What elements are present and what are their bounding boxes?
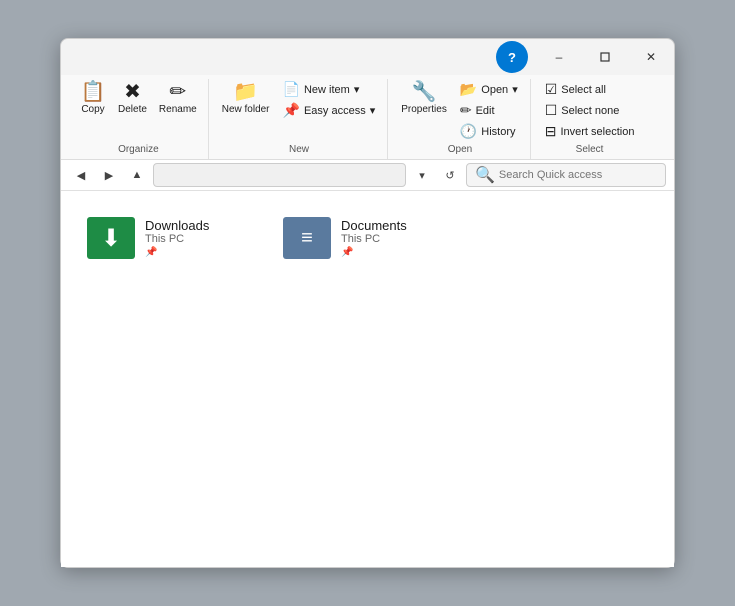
- delete-label: Delete: [118, 104, 147, 116]
- new-folder-button[interactable]: 📁 New folder: [217, 79, 275, 119]
- delete-button[interactable]: ✖ Delete: [113, 79, 152, 119]
- downloads-subtitle: This PC: [145, 233, 209, 245]
- open-icon: 📂: [460, 81, 477, 98]
- search-icon: 🔍: [475, 165, 495, 185]
- back-button[interactable]: ◀: [69, 163, 93, 187]
- history-label: History: [481, 126, 515, 138]
- rename-label: Rename: [159, 104, 197, 116]
- help-button[interactable]: ?: [496, 41, 528, 73]
- downloads-pin-icon: 📌: [145, 247, 209, 258]
- new-group-label: New: [289, 144, 309, 155]
- select-none-button[interactable]: ☐ Select none: [539, 100, 641, 121]
- invert-selection-button[interactable]: ⊟ Invert selection: [539, 121, 641, 142]
- ribbon-group-organize: 📋 Copy ✖ Delete ✏ Rename Organize: [69, 79, 209, 159]
- select-all-icon: ☑: [545, 81, 558, 98]
- documents-info: Documents This PC 📌: [341, 218, 407, 258]
- refresh-button[interactable]: ↺: [438, 163, 462, 187]
- forward-button[interactable]: ▶: [97, 163, 121, 187]
- downloads-icon: ⬇: [87, 217, 135, 259]
- open-column: 📂 Open ▾ ✏ Edit 🕐 History: [454, 79, 524, 142]
- content-area: ⬇ Downloads This PC 📌 ≡ Documents This P…: [61, 191, 674, 567]
- select-none-label: Select none: [561, 105, 619, 117]
- select-all-button[interactable]: ☑ Select all: [539, 79, 641, 100]
- new-folder-icon: 📁: [233, 82, 258, 102]
- properties-icon: 🔧: [412, 82, 437, 102]
- new-item-icon: 📄: [283, 81, 300, 98]
- select-items: ☑ Select all ☐ Select none ⊟ Invert sele…: [539, 79, 641, 142]
- up-button[interactable]: ▲: [125, 163, 149, 187]
- open-arrow: ▾: [512, 83, 518, 96]
- minimize-button[interactable]: –: [536, 39, 582, 75]
- open-button[interactable]: 📂 Open ▾: [454, 79, 524, 100]
- copy-button[interactable]: 📋 Copy: [75, 79, 111, 119]
- folder-item-downloads[interactable]: ⬇ Downloads This PC 📌: [81, 211, 261, 265]
- new-items: 📁 New folder 📄 New item ▾ 📌 Easy access: [217, 79, 382, 142]
- properties-button[interactable]: 🔧 Properties: [396, 79, 452, 119]
- address-path[interactable]: [153, 163, 406, 187]
- select-all-label: Select all: [561, 84, 606, 96]
- easy-access-label: Easy access: [304, 105, 366, 117]
- properties-label: Properties: [401, 104, 447, 116]
- documents-pin-icon: 📌: [341, 247, 407, 258]
- new-folder-label: New folder: [222, 104, 270, 116]
- addressbar: ◀ ▶ ▲ ▾ ↺ 🔍: [61, 160, 674, 191]
- rename-icon: ✏: [169, 82, 186, 102]
- documents-subtitle: This PC: [341, 233, 407, 245]
- documents-icon: ≡: [283, 217, 331, 259]
- open-group-label: Open: [448, 144, 472, 155]
- invert-selection-label: Invert selection: [560, 126, 634, 138]
- titlebar: ? – ✕: [61, 39, 674, 75]
- delete-icon: ✖: [124, 82, 141, 102]
- new-item-button[interactable]: 📄 New item ▾: [277, 79, 382, 100]
- maximize-button[interactable]: [582, 39, 628, 75]
- easy-access-icon: 📌: [283, 102, 300, 119]
- history-button[interactable]: 🕐 History: [454, 121, 524, 142]
- ribbon-row: 📋 Copy ✖ Delete ✏ Rename Organize: [69, 79, 666, 159]
- select-column: ☑ Select all ☐ Select none ⊟ Invert sele…: [539, 79, 641, 142]
- folder-item-documents[interactable]: ≡ Documents This PC 📌: [277, 211, 457, 265]
- downloads-name: Downloads: [145, 218, 209, 233]
- edit-icon: ✏: [460, 102, 472, 119]
- new-item-arrow: ▾: [354, 83, 360, 96]
- copy-icon: 📋: [81, 82, 106, 102]
- history-icon: 🕐: [460, 123, 477, 140]
- search-bar: 🔍: [466, 163, 666, 187]
- ribbon-group-select: ☑ Select all ☐ Select none ⊟ Invert sele…: [533, 79, 647, 159]
- new-item-column: 📄 New item ▾ 📌 Easy access ▾: [277, 79, 382, 121]
- select-group-label: Select: [576, 144, 604, 155]
- copy-label: Copy: [81, 104, 104, 116]
- file-explorer-window: ? – ✕ 📋 Copy ✖ Dele: [60, 38, 675, 568]
- new-item-label: New item: [304, 84, 350, 96]
- easy-access-button[interactable]: 📌 Easy access ▾: [277, 100, 382, 121]
- dropdown-button[interactable]: ▾: [410, 163, 434, 187]
- search-input[interactable]: [499, 169, 657, 181]
- ribbon-group-new: 📁 New folder 📄 New item ▾ 📌 Easy access: [211, 79, 389, 159]
- invert-selection-icon: ⊟: [545, 123, 557, 140]
- open-label: Open: [481, 84, 508, 96]
- edit-button[interactable]: ✏ Edit: [454, 100, 524, 121]
- open-items: 🔧 Properties 📂 Open ▾ ✏ Edit: [396, 79, 523, 142]
- organize-group-label: Organize: [118, 144, 159, 155]
- easy-access-arrow: ▾: [370, 104, 376, 117]
- titlebar-controls: ? – ✕: [496, 39, 674, 75]
- ribbon-group-open: 🔧 Properties 📂 Open ▾ ✏ Edit: [390, 79, 530, 159]
- documents-name: Documents: [341, 218, 407, 233]
- edit-label: Edit: [476, 105, 495, 117]
- select-none-icon: ☐: [545, 102, 558, 119]
- rename-button[interactable]: ✏ Rename: [154, 79, 202, 119]
- organize-items: 📋 Copy ✖ Delete ✏ Rename: [75, 79, 202, 142]
- downloads-info: Downloads This PC 📌: [145, 218, 209, 258]
- close-button[interactable]: ✕: [628, 39, 674, 75]
- ribbon: 📋 Copy ✖ Delete ✏ Rename Organize: [61, 75, 674, 160]
